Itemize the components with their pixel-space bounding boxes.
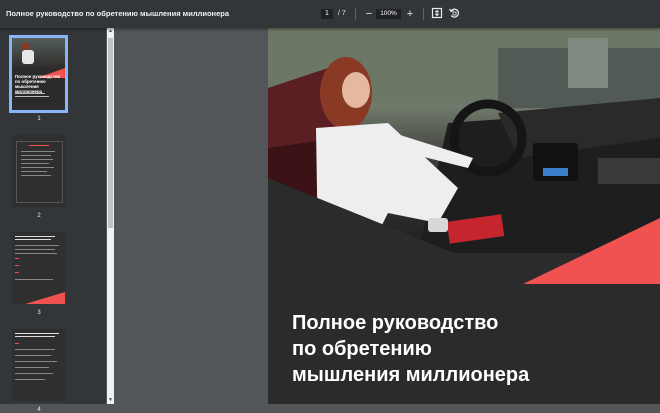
page-thumbnail-4[interactable] — [12, 329, 65, 401]
thumbnail-text-line — [15, 96, 49, 97]
document-title: Полное руководство по обретению мышления… — [6, 9, 229, 18]
cover-title-line-1: Полное руководство — [292, 312, 499, 334]
cover-title: Полное руководство по обретению мышления… — [292, 310, 652, 388]
thumbnail-bullet — [15, 265, 19, 266]
zoom-out-button[interactable]: − — [362, 7, 376, 21]
thumbnail-text-line — [21, 175, 51, 176]
thumbnail-text-line — [15, 279, 53, 280]
thumbnail-label-1: 1 — [37, 116, 41, 122]
thumbnail-text-line — [15, 93, 45, 94]
thumbnail-heading-line — [15, 333, 59, 334]
thumbnail-text-line — [15, 367, 49, 368]
thumbnail-text-line — [21, 163, 49, 164]
thumbnail-text-line — [15, 249, 55, 250]
scroll-down-arrow-icon[interactable]: ▼ — [108, 398, 113, 403]
thumbnail-bullet — [15, 258, 19, 259]
fit-page-button[interactable] — [430, 7, 444, 21]
total-pages: 7 — [341, 10, 346, 17]
thumbnail-text-line — [15, 253, 57, 254]
thumbnail-text-line — [15, 373, 53, 374]
thumbnail-label-2: 2 — [37, 213, 41, 219]
thumbnail-heading-line — [15, 239, 51, 240]
page-number-input[interactable]: 1 — [321, 9, 333, 19]
thumbnail-figure-shirt — [22, 50, 34, 64]
thumbnail-text-line — [21, 167, 54, 168]
thumbnail-red-accent — [25, 292, 65, 304]
thumbnail-label-3: 3 — [37, 310, 41, 316]
rotate-icon — [449, 8, 459, 18]
cover-title-line-3: мышления миллионера — [292, 364, 530, 386]
thumbnail-heading-line — [15, 336, 55, 337]
page-thumbnail-3[interactable] — [12, 232, 65, 304]
page-separator: / — [338, 10, 340, 17]
viewer-toolbar: Полное руководство по обретению мышления… — [0, 0, 660, 28]
thumbnail-heading-line — [15, 236, 55, 237]
page-thumbnail-2[interactable] — [12, 135, 65, 207]
thumbnail-text-line — [21, 155, 51, 156]
scroll-up-arrow-icon[interactable]: ▲ — [108, 29, 113, 34]
rotate-button[interactable] — [447, 7, 461, 21]
fit-page-icon — [431, 7, 443, 19]
thumbnail-text-line — [21, 171, 47, 172]
scrollbar-thumb[interactable] — [108, 38, 113, 228]
thumbnail-frame — [16, 141, 63, 203]
zoom-in-button[interactable]: + — [403, 7, 417, 21]
cover-title-line-2: по обретению — [292, 338, 432, 360]
thumbnail-sidebar: Полное руководство по обретению мышления… — [0, 28, 106, 413]
thumbnail-text-line — [15, 379, 45, 380]
thumbnail-title: Полное руководство по обретению мышления… — [15, 74, 61, 94]
toolbar-divider — [355, 8, 356, 20]
thumbnail-label-4: 4 — [37, 407, 41, 413]
document-page-1: Полное руководство по обретению мышления… — [268, 28, 660, 404]
zoom-level-input[interactable]: 100% — [376, 9, 401, 19]
sidebar-scrollbar[interactable]: ▲ ▼ — [107, 28, 114, 404]
thumbnail-text-line — [15, 361, 57, 362]
thumbnail-text-line — [21, 151, 55, 152]
page-thumbnail-1[interactable]: Полное руководство по обретению мышления… — [9, 35, 68, 113]
thumbnail-text-line — [15, 349, 55, 350]
toolbar-divider — [423, 8, 424, 20]
thumbnail-text-line — [15, 245, 59, 246]
page-count: / 7 — [338, 9, 346, 19]
thumbnail-text-line — [21, 159, 53, 160]
thumbnail-photo — [12, 38, 65, 68]
thumbnail-bullet — [15, 272, 19, 273]
thumbnail-text-line — [15, 355, 51, 356]
thumbnail-heading-line — [29, 145, 49, 146]
thumbnail-bullet — [15, 343, 19, 344]
